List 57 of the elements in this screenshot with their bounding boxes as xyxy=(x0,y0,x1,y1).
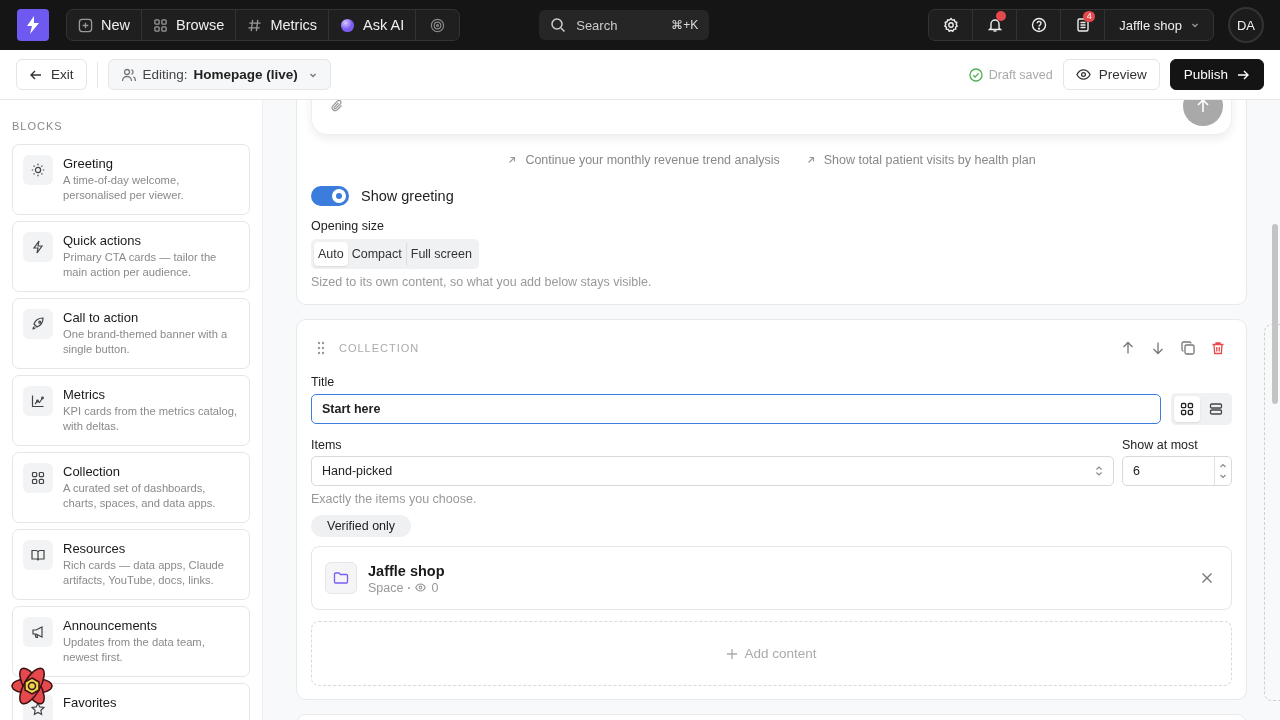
preview-button[interactable]: Preview xyxy=(1062,59,1160,90)
block-description: A time-of-day welcome, personalised per viewer. xyxy=(63,173,185,203)
block-description: Updates from the data team, newest first. xyxy=(63,635,206,665)
block-description: Primary CTA cards — tailor the main action per audience. xyxy=(63,250,218,280)
search-field[interactable]: Search ⌘+K xyxy=(539,10,710,40)
block-card[interactable]: Call to action One brand-themed banner with a single button. xyxy=(12,298,250,369)
items-select[interactable]: Hand-picked xyxy=(311,456,1114,486)
block-card[interactable]: Metrics KPI cards from the metrics catalog, with deltas. xyxy=(12,375,250,446)
block-title: Call to action xyxy=(63,309,140,327)
block-title: Greeting xyxy=(63,155,114,173)
nav-button[interactable]: New xyxy=(67,10,142,40)
item-name: Jaffle shop xyxy=(368,561,445,580)
item-type: Space xyxy=(368,580,404,595)
shortcut-hint: ⌘+K xyxy=(671,18,699,32)
nav-button[interactable]: Browse xyxy=(142,10,237,40)
block-title: Metrics xyxy=(63,386,106,404)
exit-button[interactable]: Exit xyxy=(16,59,87,90)
section-heading: BLOCKS xyxy=(12,119,64,134)
number-input[interactable]: 6 xyxy=(1122,456,1232,486)
block-title: Favorites xyxy=(63,694,117,712)
hint-text: Exactly the items you choose. xyxy=(311,492,478,507)
block-title: Resources xyxy=(63,540,127,558)
document-button[interactable]: 4 xyxy=(1061,10,1106,40)
block-description: A curated set of dashboards, charts, spaces, and data apps. xyxy=(63,481,217,511)
block-card[interactable]: Collection A curated set of dashboards, charts, spaces, and data apps. xyxy=(12,452,250,523)
hint-text: Sized to its own content, so what you add below stays visible. xyxy=(311,275,653,290)
suggestion-link[interactable]: Show total patient visits by health plan xyxy=(805,152,1036,168)
block-card[interactable]: Quick actions Primary CTA cards — tailor the main action per audience. xyxy=(12,221,250,292)
size-option[interactable]: Full screen xyxy=(405,242,476,266)
block-title: Announcements xyxy=(63,617,158,635)
title-input[interactable]: Start here xyxy=(311,394,1161,424)
block-title: Collection xyxy=(63,463,122,481)
block-description: One brand-themed banner with a single button. xyxy=(63,327,229,357)
count-badge: 4 xyxy=(1083,11,1096,22)
block-title: Quick actions xyxy=(63,232,143,250)
block-description: KPI cards from the metrics catalog, with deltas. xyxy=(63,404,239,434)
filter-chip[interactable]: Verified only xyxy=(311,515,412,537)
field-label: Opening size xyxy=(311,218,385,235)
block-card[interactable]: Greeting A time-of-day welcome, personalised per viewer. xyxy=(12,144,250,215)
field-label: Show at most xyxy=(1122,437,1199,454)
page-dropdown[interactable]: Editing: Homepage (live) xyxy=(107,59,331,90)
size-option[interactable]: Compact xyxy=(347,242,406,266)
publish-button[interactable]: Publish xyxy=(1169,59,1264,90)
block-card[interactable]: Resources Rich cards — data apps, Claude artifacts, YouTube, docs, links. xyxy=(12,529,250,600)
workspace-dropdown[interactable]: Jaffle shop xyxy=(1105,10,1213,40)
save-status: Draft saved xyxy=(988,67,1053,82)
field-label: Items xyxy=(311,437,343,454)
nav-button[interactable]: Ask AI xyxy=(329,10,417,40)
user-avatar[interactable]: DA xyxy=(1228,7,1264,43)
field-label: Title xyxy=(311,374,336,391)
toggle-label: Show greeting xyxy=(361,188,454,204)
block-type-label: COLLECTION xyxy=(339,342,420,354)
block-description: Rich cards — data apps, Claude artifacts, YouTube, docs, links. xyxy=(63,558,226,588)
suggestion-link[interactable]: Continue your monthly revenue trend analysis xyxy=(507,152,780,168)
size-option[interactable]: Auto xyxy=(314,242,348,266)
nav-button[interactable]: Metrics xyxy=(236,10,330,40)
view-count: 0 xyxy=(431,580,439,595)
